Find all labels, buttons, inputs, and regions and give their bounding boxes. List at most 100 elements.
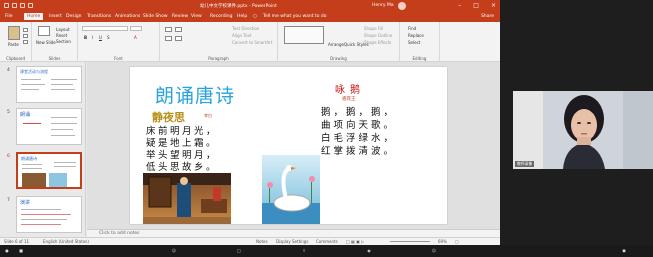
replace-button[interactable]: Replace (408, 33, 424, 38)
share-button[interactable]: Share (481, 14, 494, 19)
thumbnail-title: 课堂活动与流程 (20, 69, 48, 74)
tell-me-search[interactable]: Tell me what you want to do (263, 14, 327, 19)
notes-pane[interactable]: Click to add notes (87, 229, 500, 237)
shape-outline-button[interactable]: Shape Outline (364, 33, 392, 38)
language-indicator[interactable]: English (United States) (43, 239, 89, 244)
tab-view[interactable]: View (191, 14, 202, 19)
mute-icon[interactable]: ● (3, 247, 11, 254)
tab-transitions[interactable]: Transitions (87, 14, 111, 19)
new-slide-button[interactable]: New Slide (36, 40, 56, 45)
bold-icon[interactable]: B (84, 35, 87, 40)
text-direction-button[interactable]: Text Direction (232, 26, 259, 31)
select-button[interactable]: Select (408, 40, 420, 45)
poem-line: 曲项向天歌。 (321, 120, 397, 131)
align-left-icon[interactable] (165, 36, 172, 41)
reset-button[interactable]: Reset (56, 33, 67, 38)
tab-help[interactable]: Help (237, 14, 247, 19)
tab-review[interactable]: Review (172, 14, 188, 19)
poem-line: 红掌拨清波。 (321, 146, 397, 157)
record-icon[interactable]: ◉ (365, 247, 373, 254)
tab-animations[interactable]: Animations (115, 14, 140, 19)
bullets-icon[interactable] (165, 27, 172, 32)
tab-design[interactable]: Design (66, 14, 82, 19)
slide-thumbnail-4[interactable]: 课堂活动与流程 (16, 66, 82, 103)
tab-home[interactable]: Home (24, 13, 44, 20)
strikethrough-icon[interactable]: S (107, 35, 110, 40)
slide-counter: Slide 6 of 11 (4, 239, 30, 244)
tab-recording[interactable]: Recording (210, 14, 233, 19)
layout-button[interactable]: Layout (56, 27, 70, 32)
new-slide-icon[interactable] (38, 26, 50, 36)
align-center-icon[interactable] (175, 36, 182, 41)
tab-slide-show[interactable]: Slide Show (143, 14, 168, 19)
slide-thumbnails-panel: 4 课堂活动与流程 5 朗诵 6 朗诵唐诗 7 演讲 (0, 62, 86, 236)
comments-button[interactable]: Comments (316, 239, 338, 244)
undo-icon[interactable] (12, 3, 17, 8)
save-icon[interactable] (4, 3, 9, 8)
paste-icon[interactable] (8, 26, 20, 40)
quick-access-toolbar (4, 3, 33, 8)
thumbnail-title: 朗诵 (20, 112, 31, 118)
group-label-drawing: Drawing (330, 56, 347, 61)
thumbnail-title: 演讲 (20, 200, 31, 206)
slide-thumbnail-6[interactable]: 朗诵唐诗 (16, 152, 82, 189)
shapes-gallery[interactable] (284, 26, 324, 44)
avatar[interactable] (398, 2, 406, 10)
screen: 幼儿中文学校课件.pptx - PowerPoint Henry Ma – □ … (0, 0, 653, 257)
display-settings-button[interactable]: Display Settings (276, 239, 308, 244)
zoom-level[interactable]: 69% (438, 239, 447, 244)
slide-thumbnail-7[interactable]: 演讲 (16, 196, 82, 233)
tab-file[interactable]: File (5, 14, 13, 19)
paste-button[interactable]: Paste (8, 42, 19, 47)
close-icon[interactable]: × (491, 2, 496, 9)
participant-name: 教师录像 (515, 161, 535, 167)
window-title: 幼儿中文学校课件.pptx - PowerPoint (200, 4, 277, 9)
find-button[interactable]: Find (408, 26, 416, 31)
poem-line: 白毛浮绿水， (321, 133, 397, 144)
underline-icon[interactable]: U (99, 35, 102, 40)
participant-video[interactable]: 教师录像 (513, 91, 653, 169)
view-buttons[interactable]: □ ▦ ▣ ▷ (346, 239, 364, 244)
shape-effects-button[interactable]: Shape Effects (364, 40, 391, 45)
redo-icon[interactable] (20, 3, 25, 8)
share-screen-icon[interactable]: ⇧ (300, 247, 308, 254)
ribbon: Paste Clipboard New Slide Layout Reset S… (0, 22, 500, 62)
arrange-button[interactable]: Arrange (328, 42, 344, 47)
font-name-dropdown[interactable] (82, 26, 128, 31)
poet-night-illustration[interactable] (143, 173, 231, 224)
poem-author: 李白 (204, 113, 212, 118)
participants-icon[interactable]: ☺ (170, 247, 178, 254)
chat-icon[interactable]: □ (235, 247, 243, 254)
slide-canvas[interactable]: 朗诵唐诗 静夜思 李白 床前明月光， 疑是地上霜。 举头望明月， 低头思故乡。 … (130, 67, 447, 224)
fit-slide-icon[interactable]: ▢ (455, 239, 459, 244)
goose-illustration[interactable] (262, 155, 320, 224)
end-meeting-icon[interactable]: ◼ (620, 247, 628, 254)
present-icon[interactable] (28, 3, 33, 8)
thumbnail-title: 朗诵唐诗 (21, 156, 37, 161)
cut-icon[interactable] (23, 28, 28, 32)
align-text-button[interactable]: Align Text (232, 33, 251, 38)
group-label-editing: Editing (412, 56, 427, 61)
video-icon[interactable]: ■ (17, 247, 25, 254)
italic-icon[interactable]: I (92, 35, 93, 40)
font-color-icon[interactable]: A (134, 35, 137, 40)
shape-fill-button[interactable]: Shape Fill (364, 26, 383, 31)
user-name[interactable]: Henry Ma (372, 3, 394, 8)
section-button[interactable]: Section (56, 39, 71, 44)
slide-thumbnail-5[interactable]: 朗诵 (16, 108, 82, 145)
reactions-icon[interactable]: ☺ (430, 247, 438, 254)
powerpoint-window: 幼儿中文学校课件.pptx - PowerPoint Henry Ma – □ … (0, 0, 500, 245)
notes-toggle[interactable]: Notes (256, 239, 268, 244)
minimize-icon[interactable]: – (458, 2, 461, 9)
maximize-icon[interactable]: □ (473, 2, 479, 9)
font-size-dropdown[interactable] (130, 26, 142, 31)
smartart-button[interactable]: Convert to SmartArt (232, 40, 272, 45)
numbering-icon[interactable] (175, 27, 182, 32)
tab-insert[interactable]: Insert (49, 14, 62, 19)
format-painter-icon[interactable] (23, 40, 28, 44)
window-controls: – □ × (458, 2, 496, 9)
group-label-slides: Slides (48, 56, 61, 61)
zoom-slider[interactable] (390, 241, 430, 242)
copy-icon[interactable] (23, 34, 28, 38)
poem-line: 低头思故乡。 (146, 162, 219, 173)
